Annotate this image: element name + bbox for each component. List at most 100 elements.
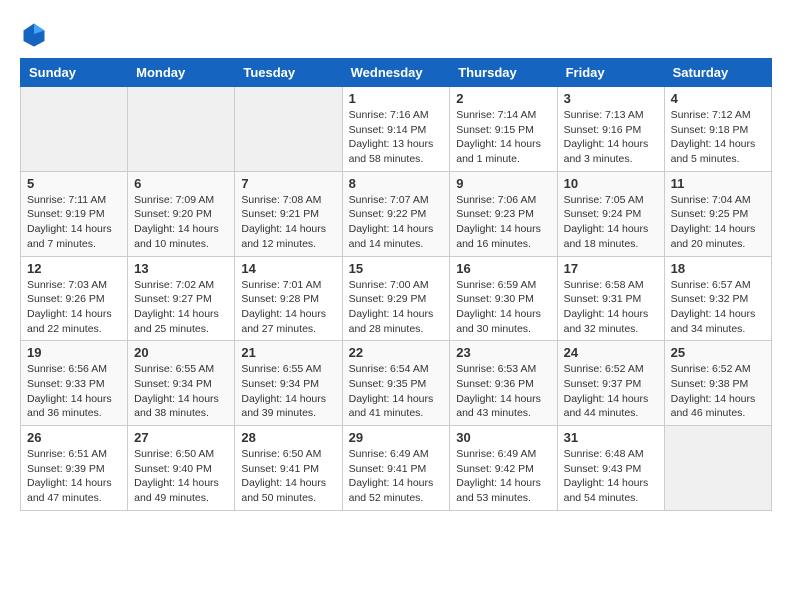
calendar-cell: 3 Sunrise: 7:13 AM Sunset: 9:16 PM Daylig…	[557, 87, 664, 172]
day-info: Sunrise: 6:59 AM Sunset: 9:30 PM Dayligh…	[456, 278, 550, 337]
day-info: Sunrise: 6:50 AM Sunset: 9:41 PM Dayligh…	[241, 447, 335, 506]
day-info: Sunrise: 7:08 AM Sunset: 9:21 PM Dayligh…	[241, 193, 335, 252]
calendar-week-row: 12Sunrise: 7:03 AM Sunset: 9:26 PM Dayli…	[21, 256, 772, 341]
day-number: 28	[241, 430, 335, 445]
day-info: Sunrise: 6:58 AM Sunset: 9:31 PM Dayligh…	[564, 278, 658, 337]
calendar-cell: 31 Sunrise: 6:48 AM Sunset: 9:43 PM Dayli…	[557, 426, 664, 511]
day-number: 5	[27, 176, 121, 191]
calendar-cell: 7 Sunrise: 7:08 AM Sunset: 9:21 PM Daylig…	[235, 171, 342, 256]
day-info: Sunrise: 7:13 AM Sunset: 9:16 PM Dayligh…	[564, 108, 658, 167]
day-info: Sunrise: 7:05 AM Sunset: 9:24 PM Dayligh…	[564, 193, 658, 252]
day-header-monday: Monday	[128, 59, 235, 87]
calendar-cell: 30Sunrise: 6:49 AM Sunset: 9:42 PM Dayli…	[450, 426, 557, 511]
calendar-cell: 28 Sunrise: 6:50 AM Sunset: 9:41 PM Dayli…	[235, 426, 342, 511]
calendar-cell: 20 Sunrise: 6:55 AM Sunset: 9:34 PM Dayli…	[128, 341, 235, 426]
calendar-week-row: 19 Sunrise: 6:56 AM Sunset: 9:33 PM Dayli…	[21, 341, 772, 426]
day-info: Sunrise: 6:52 AM Sunset: 9:38 PM Dayligh…	[671, 362, 765, 421]
calendar-cell: 14 Sunrise: 7:01 AM Sunset: 9:28 PM Dayli…	[235, 256, 342, 341]
day-info: Sunrise: 7:00 AM Sunset: 9:29 PM Dayligh…	[349, 278, 444, 337]
day-number: 17	[564, 261, 658, 276]
day-number: 13	[134, 261, 228, 276]
calendar-cell	[664, 426, 771, 511]
day-header-wednesday: Wednesday	[342, 59, 450, 87]
day-info: Sunrise: 6:52 AM Sunset: 9:37 PM Dayligh…	[564, 362, 658, 421]
calendar-cell: 12Sunrise: 7:03 AM Sunset: 9:26 PM Dayli…	[21, 256, 128, 341]
day-info: Sunrise: 7:11 AM Sunset: 9:19 PM Dayligh…	[27, 193, 121, 252]
calendar-cell	[21, 87, 128, 172]
calendar-cell: 11 Sunrise: 7:04 AM Sunset: 9:25 PM Dayli…	[664, 171, 771, 256]
day-number: 6	[134, 176, 228, 191]
day-number: 29	[349, 430, 444, 445]
day-number: 14	[241, 261, 335, 276]
day-info: Sunrise: 6:53 AM Sunset: 9:36 PM Dayligh…	[456, 362, 550, 421]
logo	[20, 20, 52, 48]
day-info: Sunrise: 6:55 AM Sunset: 9:34 PM Dayligh…	[241, 362, 335, 421]
day-number: 7	[241, 176, 335, 191]
calendar-cell: 8 Sunrise: 7:07 AM Sunset: 9:22 PM Daylig…	[342, 171, 450, 256]
day-number: 21	[241, 345, 335, 360]
day-number: 4	[671, 91, 765, 106]
calendar-cell: 23 Sunrise: 6:53 AM Sunset: 9:36 PM Dayli…	[450, 341, 557, 426]
day-info: Sunrise: 6:50 AM Sunset: 9:40 PM Dayligh…	[134, 447, 228, 506]
day-number: 12	[27, 261, 121, 276]
day-info: Sunrise: 7:07 AM Sunset: 9:22 PM Dayligh…	[349, 193, 444, 252]
day-number: 1	[349, 91, 444, 106]
calendar-week-row: 1 Sunrise: 7:16 AM Sunset: 9:14 PM Daylig…	[21, 87, 772, 172]
calendar-cell: 17 Sunrise: 6:58 AM Sunset: 9:31 PM Dayli…	[557, 256, 664, 341]
day-number: 26	[27, 430, 121, 445]
day-header-tuesday: Tuesday	[235, 59, 342, 87]
calendar-cell	[235, 87, 342, 172]
day-info: Sunrise: 7:12 AM Sunset: 9:18 PM Dayligh…	[671, 108, 765, 167]
calendar-cell: 25 Sunrise: 6:52 AM Sunset: 9:38 PM Dayli…	[664, 341, 771, 426]
calendar-cell: 15 Sunrise: 7:00 AM Sunset: 9:29 PM Dayli…	[342, 256, 450, 341]
day-number: 15	[349, 261, 444, 276]
calendar-cell: 6Sunrise: 7:09 AM Sunset: 9:20 PM Daylig…	[128, 171, 235, 256]
day-number: 30	[456, 430, 550, 445]
day-number: 24	[564, 345, 658, 360]
day-info: Sunrise: 7:01 AM Sunset: 9:28 PM Dayligh…	[241, 278, 335, 337]
day-number: 18	[671, 261, 765, 276]
day-number: 10	[564, 176, 658, 191]
day-header-friday: Friday	[557, 59, 664, 87]
calendar-cell: 24 Sunrise: 6:52 AM Sunset: 9:37 PM Dayli…	[557, 341, 664, 426]
day-number: 31	[564, 430, 658, 445]
day-info: Sunrise: 6:56 AM Sunset: 9:33 PM Dayligh…	[27, 362, 121, 421]
calendar-cell: 9 Sunrise: 7:06 AM Sunset: 9:23 PM Daylig…	[450, 171, 557, 256]
day-number: 25	[671, 345, 765, 360]
day-number: 2	[456, 91, 550, 106]
page-header	[20, 20, 772, 48]
day-header-saturday: Saturday	[664, 59, 771, 87]
day-info: Sunrise: 7:06 AM Sunset: 9:23 PM Dayligh…	[456, 193, 550, 252]
day-number: 20	[134, 345, 228, 360]
calendar-cell: 4 Sunrise: 7:12 AM Sunset: 9:18 PM Daylig…	[664, 87, 771, 172]
calendar-cell: 10 Sunrise: 7:05 AM Sunset: 9:24 PM Dayli…	[557, 171, 664, 256]
day-info: Sunrise: 6:51 AM Sunset: 9:39 PM Dayligh…	[27, 447, 121, 506]
calendar-cell: 18 Sunrise: 6:57 AM Sunset: 9:32 PM Dayli…	[664, 256, 771, 341]
day-info: Sunrise: 6:55 AM Sunset: 9:34 PM Dayligh…	[134, 362, 228, 421]
calendar-cell: 27 Sunrise: 6:50 AM Sunset: 9:40 PM Dayli…	[128, 426, 235, 511]
day-info: Sunrise: 6:48 AM Sunset: 9:43 PM Dayligh…	[564, 447, 658, 506]
day-info: Sunrise: 6:57 AM Sunset: 9:32 PM Dayligh…	[671, 278, 765, 337]
day-number: 9	[456, 176, 550, 191]
calendar-cell: 13 Sunrise: 7:02 AM Sunset: 9:27 PM Dayli…	[128, 256, 235, 341]
header-row: SundayMondayTuesdayWednesdayThursdayFrid…	[21, 59, 772, 87]
calendar-cell: 26 Sunrise: 6:51 AM Sunset: 9:39 PM Dayli…	[21, 426, 128, 511]
calendar-cell	[128, 87, 235, 172]
day-number: 19	[27, 345, 121, 360]
day-number: 8	[349, 176, 444, 191]
day-number: 3	[564, 91, 658, 106]
day-info: Sunrise: 7:02 AM Sunset: 9:27 PM Dayligh…	[134, 278, 228, 337]
day-header-thursday: Thursday	[450, 59, 557, 87]
day-number: 27	[134, 430, 228, 445]
calendar-week-row: 5 Sunrise: 7:11 AM Sunset: 9:19 PM Daylig…	[21, 171, 772, 256]
day-info: Sunrise: 7:04 AM Sunset: 9:25 PM Dayligh…	[671, 193, 765, 252]
day-number: 23	[456, 345, 550, 360]
calendar-cell: 2Sunrise: 7:14 AM Sunset: 9:15 PM Daylig…	[450, 87, 557, 172]
day-info: Sunrise: 6:54 AM Sunset: 9:35 PM Dayligh…	[349, 362, 444, 421]
day-number: 16	[456, 261, 550, 276]
calendar-cell: 1 Sunrise: 7:16 AM Sunset: 9:14 PM Daylig…	[342, 87, 450, 172]
day-number: 11	[671, 176, 765, 191]
calendar-cell: 29Sunrise: 6:49 AM Sunset: 9:41 PM Dayli…	[342, 426, 450, 511]
calendar-week-row: 26 Sunrise: 6:51 AM Sunset: 9:39 PM Dayli…	[21, 426, 772, 511]
day-info: Sunrise: 7:16 AM Sunset: 9:14 PM Dayligh…	[349, 108, 444, 167]
